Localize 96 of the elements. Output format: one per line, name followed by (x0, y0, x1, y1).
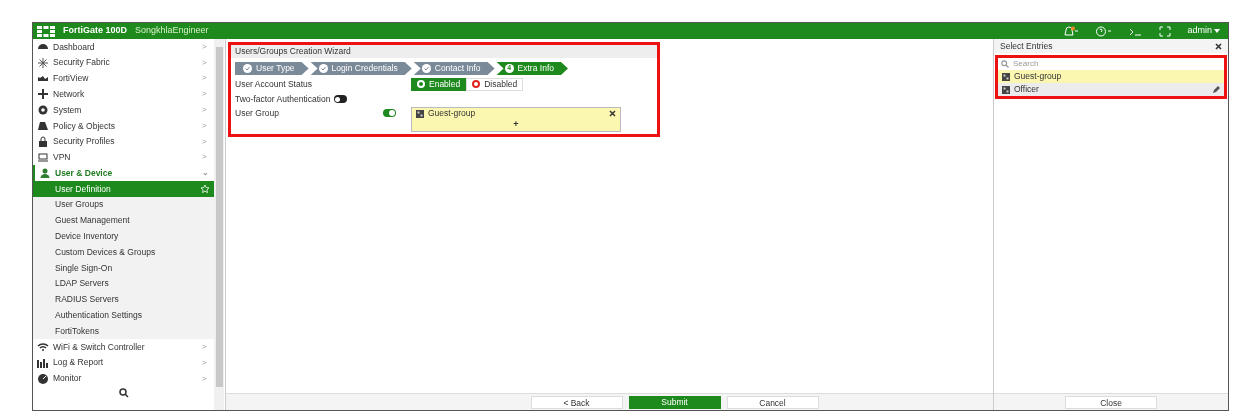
menu-label: Network (53, 87, 86, 101)
submenu-item[interactable]: Single Sign-On (33, 260, 214, 276)
submenu-item[interactable]: FortiTokens (33, 323, 214, 340)
chevron-icon: > (202, 104, 210, 117)
submenu-item[interactable]: User Definition (33, 181, 214, 197)
entry-label: Guest-group (428, 107, 477, 120)
field-label: Two-factor Authentication (235, 92, 331, 106)
chevron-icon: > (202, 151, 210, 164)
chevron-icon: > (202, 135, 210, 148)
check-circle-icon (243, 64, 252, 73)
menu-label: WiFi & Switch Controller (53, 340, 146, 354)
radio-icon (472, 80, 481, 88)
wifi-icon (37, 341, 49, 354)
wizard-step[interactable]: Contact Info (413, 62, 495, 75)
wizard-step[interactable]: Login Credentials (310, 62, 412, 75)
submenu-label: LDAP Servers (55, 277, 110, 291)
snowflake-icon (37, 56, 49, 69)
chevron-icon: > (202, 88, 210, 101)
help-icon (1095, 25, 1114, 37)
search-icon (1001, 60, 1009, 68)
menu-label: Dashboard (53, 40, 96, 54)
group-icon (416, 109, 424, 118)
close-icon (609, 110, 616, 117)
chevron-icon: > (202, 119, 210, 132)
step-label: Login Credentials (331, 62, 398, 75)
back-button[interactable]: < Back (530, 395, 623, 409)
submenu-label: FortiTokens (55, 324, 100, 338)
submit-button[interactable]: Submit (628, 395, 721, 409)
laptop-icon (37, 151, 49, 164)
submenu-label: Custom Devices & Groups (55, 245, 157, 259)
chevron-icon: > (202, 372, 210, 385)
close-icon (1215, 42, 1222, 50)
menu-label: Security Fabric (53, 56, 111, 70)
group-icon (1002, 72, 1010, 81)
submenu-label: Guest Management (55, 214, 131, 228)
star-icon (200, 184, 210, 195)
entry-item[interactable]: Officer (998, 83, 1224, 96)
field-label: User Account Status (235, 77, 313, 91)
menu-label: VPN (53, 151, 72, 164)
chevron-icon: > (202, 40, 210, 53)
search-icon (118, 387, 129, 398)
entry-item[interactable]: Guest-group (998, 70, 1224, 83)
menu-label: Security Profiles (53, 135, 116, 149)
radio-icon (417, 80, 425, 88)
menu-label: Policy & Objects (53, 119, 116, 133)
user-menu[interactable]: admin (1183, 24, 1224, 38)
submenu-label: Single Sign-On (55, 261, 114, 275)
product-name: FortiGate 100D (63, 24, 128, 38)
group-icon (1002, 85, 1010, 94)
caret-icon (1214, 29, 1220, 33)
step-label: Extra Info (517, 62, 554, 75)
step-label: Contact Info (434, 62, 481, 75)
bell-icon (1063, 25, 1080, 37)
chevron-icon: > (202, 56, 210, 69)
fullscreen-icon (1159, 25, 1172, 37)
pencil-icon (1212, 85, 1220, 94)
step-label: User Type (256, 62, 295, 75)
menu-label: User & Device (55, 166, 114, 180)
toggle-switch[interactable] (383, 109, 396, 117)
submenu-label: Device Inventory (55, 230, 120, 243)
check-circle-icon (318, 64, 328, 73)
toggle-switch[interactable] (334, 95, 348, 103)
submenu-label: User Groups (55, 198, 105, 212)
monitor-icon (37, 372, 49, 385)
submenu-item[interactable]: Custom Devices & Groups (33, 244, 214, 261)
submenu-label: RADIUS Servers (55, 293, 120, 306)
policy-icon (37, 119, 49, 132)
menu-label: Log & Report (53, 356, 105, 370)
grid-logo-icon (37, 25, 55, 37)
hostname: SongkhlaEngineer (135, 24, 209, 38)
gear-icon (37, 104, 49, 117)
status-option[interactable]: Enabled (411, 77, 467, 91)
wizard-step[interactable]: User Type (235, 62, 309, 75)
entry-list-field[interactable]: Guest-group + (411, 107, 621, 132)
menu-label: System (53, 103, 83, 117)
chevron-icon: ⌄ (202, 167, 210, 180)
submenu-label: User Definition (55, 182, 112, 196)
chevron-icon: > (202, 356, 210, 369)
lock-icon (37, 135, 49, 148)
panel-title: Select Entries (1000, 39, 1054, 53)
menu-label: FortiView (53, 72, 90, 85)
submenu-label: Authentication Settings (55, 309, 143, 322)
chevron-icon: > (202, 341, 210, 354)
close-button[interactable]: Close (1065, 395, 1157, 409)
status-option[interactable]: Disabled (466, 77, 524, 91)
network-icon (37, 88, 49, 101)
wizard-title: Users/Groups Creation Wizard (231, 45, 657, 58)
search-field[interactable]: Search (1013, 58, 1221, 70)
menu-label: Monitor (53, 372, 83, 385)
check-circle-icon (421, 64, 431, 73)
add-entry-icon[interactable]: + (513, 119, 519, 129)
user-icon (39, 167, 51, 180)
cancel-button[interactable]: Cancel (726, 395, 819, 409)
field-label: User Group (235, 107, 280, 120)
bar-chart-icon (37, 356, 49, 369)
chevron-icon: > (202, 72, 210, 85)
